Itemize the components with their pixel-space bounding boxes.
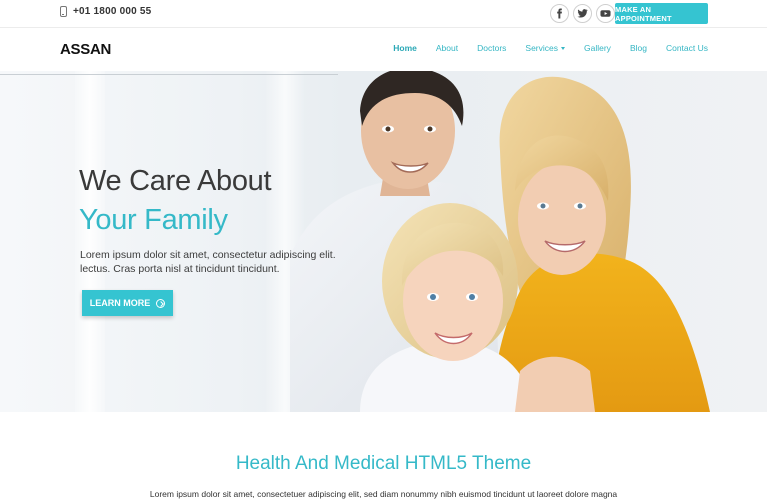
- twitter-icon[interactable]: [573, 4, 592, 23]
- phone-icon: [60, 6, 67, 17]
- nav-label: Gallery: [584, 43, 611, 53]
- nav-item-about[interactable]: About: [436, 43, 458, 53]
- chevron-down-icon: [561, 46, 565, 50]
- hero-banner: We Care About Your Family Lorem ipsum do…: [0, 71, 767, 412]
- nav-label: Contact Us: [665, 43, 708, 53]
- phone-number: +01 1800 000 55: [73, 6, 152, 17]
- hero-description: Lorem ipsum dolor sit amet, consectetur …: [80, 249, 336, 275]
- learn-more-button[interactable]: LEARN MORE: [82, 290, 173, 316]
- main-header: ASSAN Home About Doctors Services Galler…: [0, 29, 767, 71]
- facebook-icon[interactable]: [550, 4, 569, 23]
- nav-label: Services: [525, 43, 558, 53]
- nav-label: Home: [393, 43, 417, 53]
- nav-label: About: [435, 43, 459, 53]
- make-appointment-button[interactable]: MAKE AN APPOINTMENT: [615, 3, 708, 24]
- divider: [0, 74, 338, 75]
- youtube-icon[interactable]: [596, 4, 615, 23]
- main-nav: Home About Doctors Services Gallery Blog…: [374, 43, 708, 53]
- nav-item-doctors[interactable]: Doctors: [477, 43, 506, 53]
- site-logo[interactable]: ASSAN: [60, 41, 111, 58]
- section-text: Lorem ipsum dolor sit amet, consectetuer…: [149, 489, 618, 499]
- social-links: [550, 4, 615, 23]
- nav-label: Blog: [629, 43, 647, 53]
- arrow-right-circle-icon: [156, 298, 166, 308]
- top-bar: +01 1800 000 55 MAKE AN APPOINTMENT: [0, 0, 767, 28]
- nav-item-services[interactable]: Services: [525, 43, 565, 53]
- nav-item-home[interactable]: Home: [393, 43, 417, 53]
- family-photo: [290, 71, 710, 412]
- nav-item-gallery[interactable]: Gallery: [584, 43, 611, 53]
- hero-title-line2: Your Family: [79, 204, 228, 236]
- nav-item-blog[interactable]: Blog: [630, 43, 647, 53]
- section-title: Health And Medical HTML5 Theme: [235, 453, 532, 474]
- phone-contact[interactable]: +01 1800 000 55: [60, 6, 151, 17]
- nav-label: Doctors: [477, 43, 507, 53]
- background-pillar: [75, 71, 105, 412]
- nav-item-contact[interactable]: Contact Us: [666, 43, 708, 53]
- learn-more-label: LEARN MORE: [89, 298, 151, 308]
- hero-title-line1: We Care About: [79, 165, 272, 197]
